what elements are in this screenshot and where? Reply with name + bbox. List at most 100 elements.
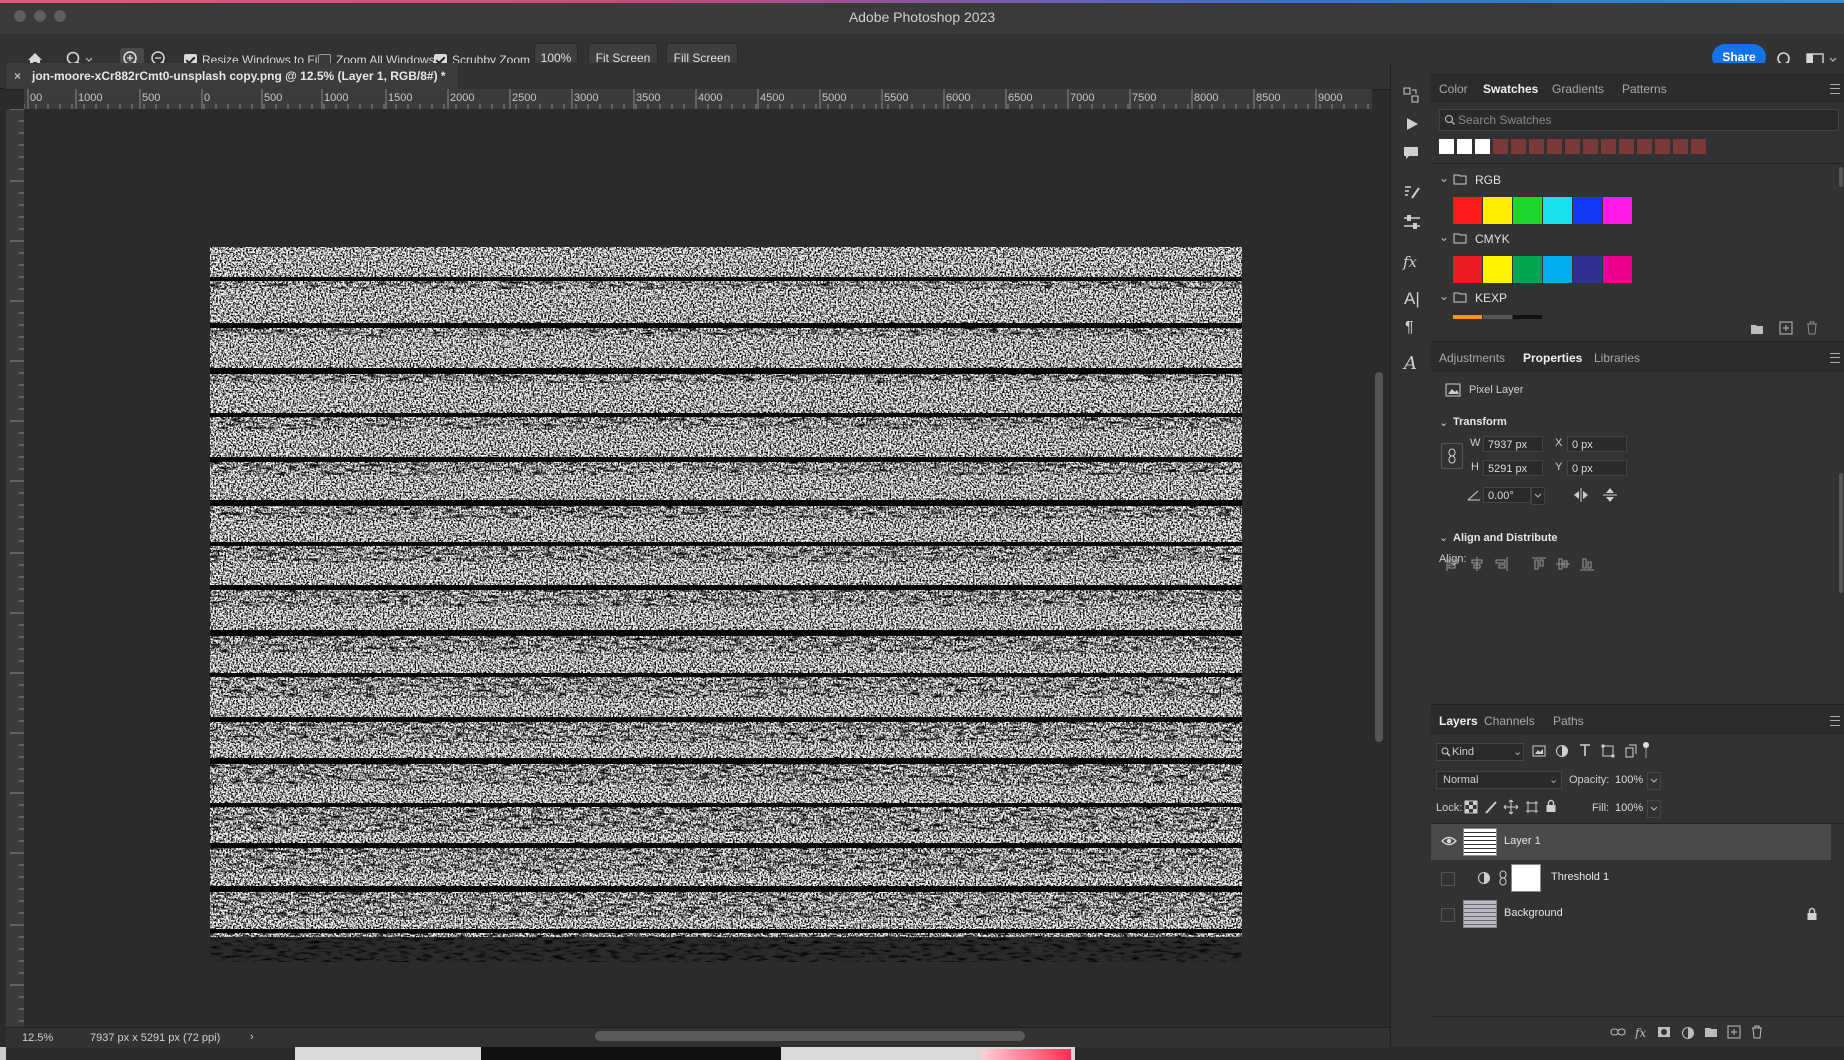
adjustments-sliders-icon[interactable] bbox=[1403, 213, 1421, 231]
swatches-panel-menu-icon[interactable] bbox=[1830, 84, 1840, 94]
visibility-toggle-empty[interactable] bbox=[1441, 872, 1455, 886]
tab-channels[interactable]: Channels bbox=[1484, 714, 1535, 728]
vertical-scrollbar[interactable] bbox=[1375, 372, 1383, 742]
color-swatch[interactable] bbox=[1453, 315, 1482, 319]
recent-swatch[interactable] bbox=[1439, 139, 1454, 154]
flip-vertical-icon[interactable] bbox=[1602, 486, 1618, 504]
recent-swatch[interactable] bbox=[1691, 139, 1706, 154]
delete-swatch-icon[interactable] bbox=[1806, 321, 1818, 335]
color-swatch[interactable] bbox=[1513, 197, 1542, 224]
lock-all-icon[interactable] bbox=[1545, 799, 1557, 813]
new-swatch-icon[interactable] bbox=[1779, 321, 1793, 335]
close-tab-icon[interactable]: × bbox=[14, 63, 21, 89]
recent-swatch[interactable] bbox=[1637, 139, 1652, 154]
layer-name[interactable]: Threshold 1 bbox=[1551, 871, 1609, 883]
status-zoom[interactable]: 12.5% bbox=[22, 1032, 53, 1044]
tab-properties[interactable]: Properties bbox=[1523, 351, 1582, 365]
glyphs-icon[interactable]: A bbox=[1404, 353, 1417, 374]
recent-swatch[interactable] bbox=[1565, 139, 1580, 154]
filter-type-layers-icon[interactable] bbox=[1578, 743, 1592, 757]
layer-filter-dropdown[interactable]: Kind ⌄ bbox=[1436, 743, 1524, 761]
width-field[interactable]: 7937 px bbox=[1483, 436, 1543, 452]
align-distribute-section-title[interactable]: Align and Distribute bbox=[1453, 532, 1558, 544]
swatches-scrollbar[interactable] bbox=[1839, 167, 1843, 187]
tab-adjustments[interactable]: Adjustments bbox=[1439, 351, 1505, 365]
rotation-angle-field[interactable]: 0.00° bbox=[1483, 487, 1531, 503]
character-icon[interactable]: A| bbox=[1404, 289, 1420, 309]
transform-chevron-icon[interactable]: ⌄ bbox=[1439, 416, 1448, 429]
recent-swatch[interactable] bbox=[1619, 139, 1634, 154]
align-bottom-edges-icon[interactable] bbox=[1579, 556, 1595, 572]
align-top-edges-icon[interactable] bbox=[1531, 556, 1547, 572]
status-menu-arrow[interactable]: › bbox=[250, 1031, 254, 1043]
lock-transparent-pixels-icon[interactable] bbox=[1464, 800, 1478, 814]
filter-toggle-icon[interactable] bbox=[1641, 741, 1651, 759]
align-left-edges-icon[interactable] bbox=[1445, 556, 1461, 572]
fill-field[interactable]: 100% bbox=[1611, 800, 1645, 816]
new-group-icon[interactable] bbox=[1704, 1026, 1718, 1038]
new-group-folder-icon[interactable] bbox=[1750, 323, 1764, 335]
x-position-field[interactable]: 0 px bbox=[1567, 436, 1627, 452]
opacity-field[interactable]: 100% bbox=[1611, 772, 1645, 788]
delete-layer-icon[interactable] bbox=[1751, 1025, 1763, 1039]
properties-panel-menu-icon[interactable] bbox=[1830, 353, 1840, 363]
layer-name[interactable]: Background bbox=[1504, 907, 1563, 919]
color-swatch[interactable] bbox=[1483, 315, 1512, 319]
layer-name[interactable]: Layer 1 bbox=[1504, 835, 1541, 847]
layer-row-background[interactable]: Background bbox=[1431, 896, 1831, 932]
document-tab[interactable]: × jon-moore-xCr882rCmt0-unsplash copy.pn… bbox=[6, 63, 458, 89]
align-chevron-icon[interactable]: ⌄ bbox=[1439, 531, 1448, 544]
paragraph-icon[interactable]: ¶ bbox=[1405, 319, 1414, 337]
color-swatch[interactable] bbox=[1573, 197, 1602, 224]
comments-icon[interactable] bbox=[1403, 145, 1419, 161]
y-position-field[interactable]: 0 px bbox=[1567, 460, 1627, 476]
filter-shape-layers-icon[interactable] bbox=[1601, 744, 1615, 758]
angle-dropdown-icon[interactable] bbox=[1531, 487, 1545, 505]
color-swatch[interactable] bbox=[1603, 197, 1632, 224]
align-right-edges-icon[interactable] bbox=[1493, 556, 1509, 572]
document-image[interactable] bbox=[24, 109, 1372, 1027]
color-swatch[interactable] bbox=[1573, 256, 1602, 283]
lock-image-pixels-icon[interactable] bbox=[1484, 800, 1498, 814]
recent-swatch[interactable] bbox=[1457, 139, 1472, 154]
recent-swatch[interactable] bbox=[1655, 139, 1670, 154]
recent-swatch[interactable] bbox=[1601, 139, 1616, 154]
transform-section-title[interactable]: Transform bbox=[1453, 416, 1507, 428]
color-swatch[interactable] bbox=[1603, 256, 1632, 283]
link-dimensions-icon[interactable] bbox=[1441, 443, 1463, 469]
search-swatches-input[interactable]: Search Swatches bbox=[1439, 109, 1839, 131]
align-vertical-centers-icon[interactable] bbox=[1555, 556, 1571, 572]
tab-swatches[interactable]: Swatches bbox=[1483, 82, 1538, 96]
recent-swatch[interactable] bbox=[1529, 139, 1544, 154]
add-layer-style-fx-icon[interactable]: fx bbox=[1634, 1025, 1650, 1039]
flip-horizontal-icon[interactable] bbox=[1572, 487, 1590, 503]
tab-color[interactable]: Color bbox=[1439, 82, 1468, 96]
tab-patterns[interactable]: Patterns bbox=[1622, 82, 1667, 96]
new-fill-adjustment-icon[interactable] bbox=[1681, 1026, 1695, 1040]
visibility-toggle-empty[interactable] bbox=[1441, 908, 1455, 922]
recent-swatch[interactable] bbox=[1475, 139, 1490, 154]
add-mask-icon[interactable] bbox=[1657, 1026, 1671, 1038]
canvas-area[interactable] bbox=[24, 109, 1372, 1027]
layer-row-layer-1[interactable]: Layer 1 bbox=[1431, 824, 1831, 860]
visibility-eye-icon[interactable] bbox=[1441, 834, 1457, 848]
lock-artboard-icon[interactable] bbox=[1525, 800, 1539, 814]
color-swatch[interactable] bbox=[1483, 256, 1512, 283]
threshold-mask-thumbnail[interactable] bbox=[1511, 864, 1541, 892]
tab-layers[interactable]: Layers bbox=[1439, 714, 1478, 728]
recent-swatch[interactable] bbox=[1511, 139, 1526, 154]
color-swatch[interactable] bbox=[1513, 315, 1542, 319]
lock-icon[interactable] bbox=[1806, 907, 1818, 921]
height-field[interactable]: 5291 px bbox=[1483, 460, 1543, 476]
actions-play-icon[interactable] bbox=[1405, 117, 1419, 131]
recent-swatch[interactable] bbox=[1673, 139, 1688, 154]
color-swatch[interactable] bbox=[1453, 197, 1482, 224]
color-swatch[interactable] bbox=[1453, 256, 1482, 283]
color-swatch[interactable] bbox=[1543, 256, 1572, 283]
filter-smart-objects-icon[interactable] bbox=[1624, 744, 1638, 758]
filter-adjustment-layers-icon[interactable] bbox=[1555, 744, 1569, 758]
tab-libraries[interactable]: Libraries bbox=[1594, 351, 1640, 365]
layers-panel-menu-icon[interactable] bbox=[1830, 716, 1840, 726]
recent-swatch[interactable] bbox=[1583, 139, 1598, 154]
lock-position-icon[interactable] bbox=[1503, 799, 1519, 815]
